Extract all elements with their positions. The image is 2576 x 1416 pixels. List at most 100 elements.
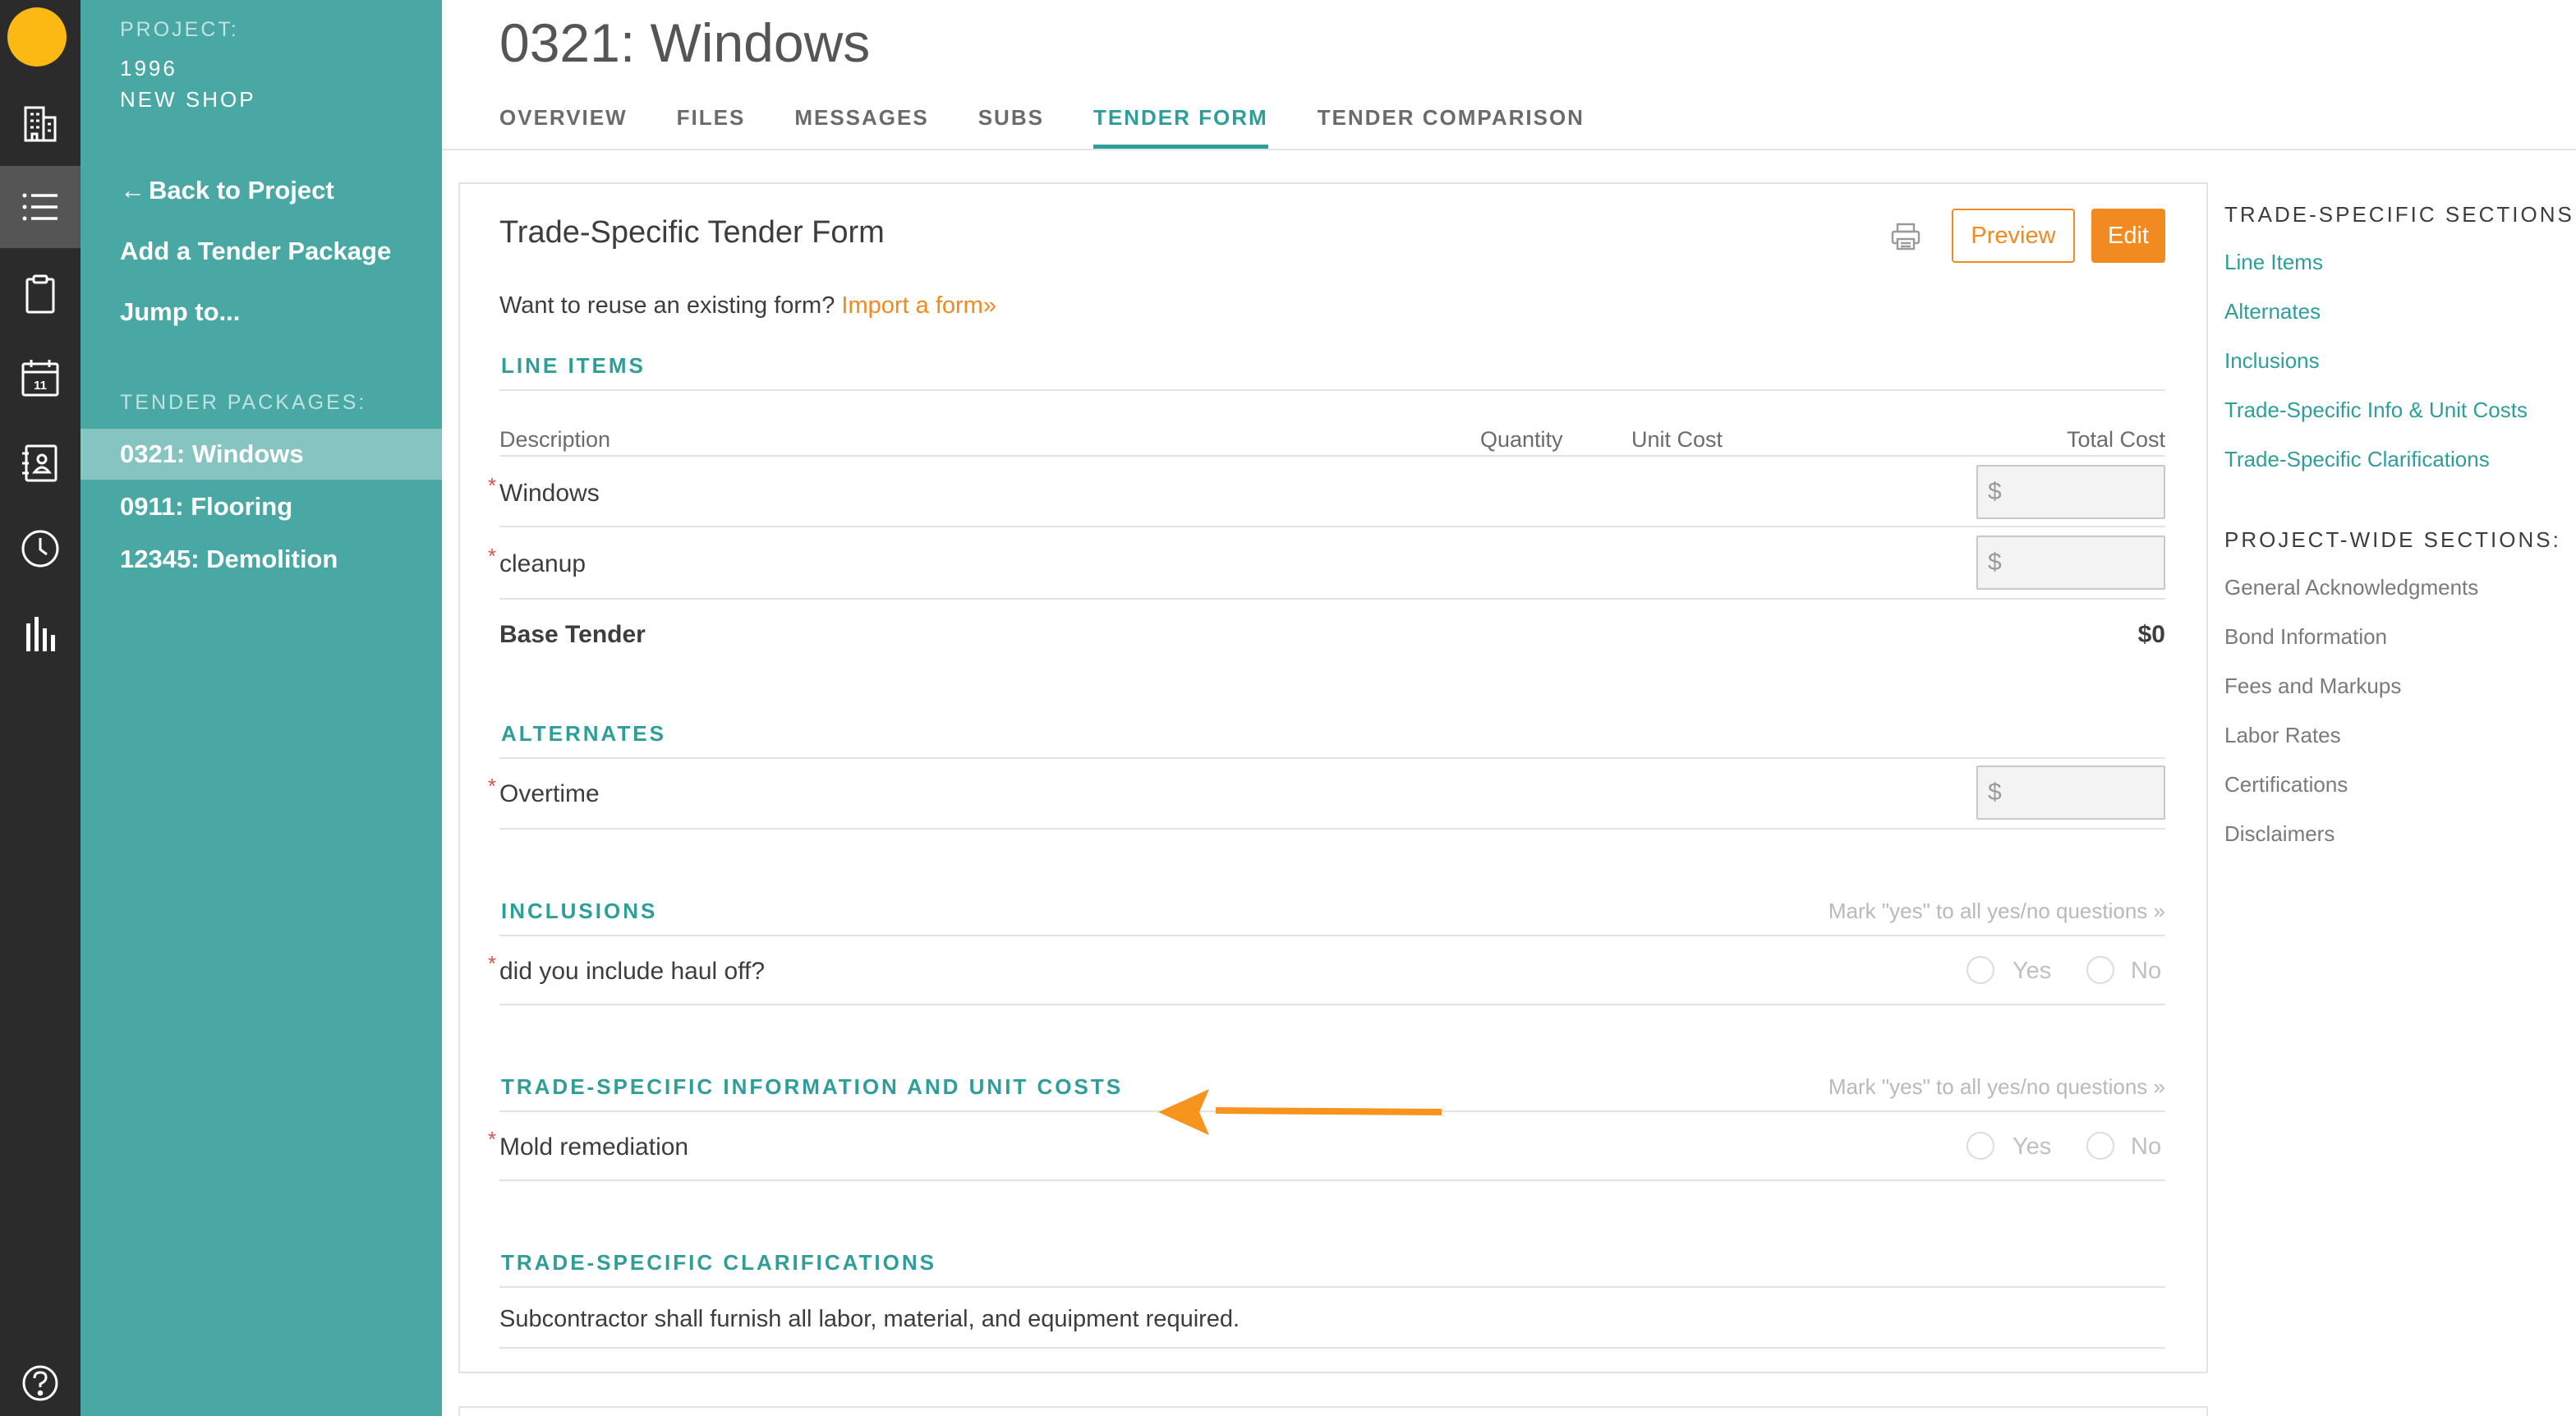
clarifications-heading: TRADE-SPECIFIC CLARIFICATIONS (501, 1250, 936, 1275)
no-label: No (2131, 1133, 2162, 1160)
windows-cost-input[interactable]: $ (1976, 465, 2165, 519)
package-item-windows[interactable]: 0321: Windows (80, 429, 442, 480)
cleanup-cost-input[interactable]: $ (1976, 536, 2165, 590)
clipboard-icon[interactable] (0, 253, 80, 335)
nav-trade-clarifications[interactable]: Trade-Specific Clarifications (2224, 447, 2490, 472)
trade-info-mark-all-yes-link[interactable]: Mark "yes" to all yes/no questions » (1672, 1074, 2165, 1100)
package-item-flooring[interactable]: 0911: Flooring (80, 481, 442, 532)
help-icon[interactable] (0, 1342, 80, 1416)
import-form-link[interactable]: Import a form» (841, 292, 996, 319)
tab-overview[interactable]: OVERVIEW (499, 105, 628, 149)
windows-cost-field[interactable] (2011, 471, 2159, 513)
col-quantity: Quantity (1480, 427, 1563, 452)
divider (499, 389, 2165, 391)
nav-line-items[interactable]: Line Items (2224, 250, 2323, 275)
back-to-project-label: Back to Project (149, 176, 334, 205)
logo[interactable] (7, 7, 67, 67)
calendar-icon[interactable]: 11 (0, 337, 80, 419)
divider (499, 526, 2165, 527)
tender-form-card (458, 182, 2208, 1373)
project-sections-heading: PROJECT-WIDE SECTIONS: (2224, 527, 2561, 552)
tender-packages-label: TENDER PACKAGES: (120, 391, 367, 414)
inclusions-mark-all-yes-link[interactable]: Mark "yes" to all yes/no questions » (1672, 899, 2165, 924)
package-item-demolition[interactable]: 12345: Demolition (80, 534, 442, 585)
trade-sections-heading: TRADE-SPECIFIC SECTIONS (2224, 202, 2574, 227)
tab-files[interactable]: FILES (677, 105, 746, 149)
alternate-overtime: Overtime (499, 780, 600, 807)
line-item-cleanup: cleanup (499, 550, 586, 577)
currency-symbol: $ (1988, 549, 2002, 576)
jump-to-link[interactable]: Jump to... (120, 297, 240, 327)
back-to-project-link[interactable]: ← Back to Project (120, 176, 334, 205)
icon-rail: 11 (0, 0, 80, 1416)
required-marker: * (488, 774, 497, 798)
mold-no-radio[interactable] (2086, 1132, 2114, 1160)
divider (499, 1286, 2165, 1288)
tab-messages[interactable]: MESSAGES (794, 105, 928, 149)
tab-subs[interactable]: SUBS (978, 105, 1044, 149)
list-icon[interactable] (0, 166, 80, 248)
trade-info-mold-remediation: Mold remediation (499, 1133, 689, 1161)
divider (499, 935, 2165, 936)
nav-trade-info[interactable]: Trade-Specific Info & Unit Costs (2224, 398, 2528, 423)
divider (499, 1179, 2165, 1181)
preview-button[interactable]: Preview (1952, 209, 2075, 263)
nav-inclusions[interactable]: Inclusions (2224, 348, 2320, 374)
nav-labor-rates[interactable]: Labor Rates (2224, 723, 2341, 748)
address-book-icon[interactable] (0, 422, 80, 504)
haul-off-yes-radio[interactable] (1966, 956, 1994, 984)
calendar-day: 11 (34, 379, 47, 393)
base-tender-value: $0 (2137, 621, 2165, 648)
next-card (458, 1406, 2208, 1416)
mold-yes-radio[interactable] (1966, 1132, 1994, 1160)
line-item-windows: Windows (499, 480, 600, 507)
required-marker: * (488, 951, 497, 976)
required-marker: * (488, 1127, 497, 1152)
tab-tender-comparison[interactable]: TENDER COMPARISON (1318, 105, 1585, 149)
col-unit-cost: Unit Cost (1631, 427, 1723, 452)
inclusion-haul-off: did you include haul off? (499, 958, 766, 985)
col-total-cost: Total Cost (2066, 427, 2165, 452)
base-tender-label: Base Tender (499, 621, 646, 648)
overtime-cost-field[interactable] (2011, 772, 2159, 813)
yes-label: Yes (2012, 1133, 2052, 1160)
nav-alternates[interactable]: Alternates (2224, 299, 2321, 324)
overtime-cost-input[interactable]: $ (1976, 765, 2165, 820)
nav-disclaimers[interactable]: Disclaimers (2224, 821, 2334, 847)
divider (499, 757, 2165, 759)
project-label: PROJECT: (120, 18, 239, 41)
reuse-prompt: Want to reuse an existing form? Import a… (499, 292, 996, 320)
divider (499, 455, 2165, 457)
tab-bar: OVERVIEW FILES MESSAGES SUBS TENDER FORM… (499, 105, 1634, 149)
inclusions-heading: INCLUSIONS (501, 899, 658, 923)
required-marker: * (488, 544, 497, 568)
project-number: 1996 (120, 56, 177, 80)
nav-bond-information[interactable]: Bond Information (2224, 624, 2387, 650)
header-divider (442, 149, 2576, 150)
yes-label: Yes (2012, 958, 2052, 984)
trade-info-heading: TRADE-SPECIFIC INFORMATION AND UNIT COST… (501, 1074, 1124, 1099)
clock-icon[interactable] (0, 508, 80, 590)
line-items-heading: LINE ITEMS (501, 353, 646, 378)
print-icon[interactable] (1889, 222, 1922, 251)
col-description: Description (499, 427, 611, 452)
sidebar: PROJECT: 1996 NEW SHOP ← Back to Project … (80, 0, 442, 1416)
nav-fees-and-markups[interactable]: Fees and Markups (2224, 674, 2401, 699)
edit-button[interactable]: Edit (2091, 209, 2165, 263)
cleanup-cost-field[interactable] (2011, 542, 2159, 583)
building-icon[interactable] (0, 82, 80, 164)
nav-certifications[interactable]: Certifications (2224, 772, 2348, 798)
add-tender-package-link[interactable]: Add a Tender Package (120, 237, 391, 266)
arrow-left-icon: ← (120, 176, 145, 205)
reuse-text: Want to reuse an existing form? (499, 292, 835, 319)
nav-general-acknowledgments[interactable]: General Acknowledgments (2224, 575, 2478, 600)
haul-off-no-radio[interactable] (2086, 956, 2114, 984)
divider (499, 1347, 2165, 1349)
clarification-text: Subcontractor shall furnish all labor, m… (499, 1306, 1240, 1332)
bar-chart-icon[interactable] (0, 593, 80, 675)
tab-tender-form[interactable]: TENDER FORM (1092, 105, 1268, 149)
no-label: No (2131, 958, 2162, 984)
project-name: NEW SHOP (120, 87, 256, 112)
page-title: 0321: Windows (499, 12, 871, 73)
alternates-heading: ALTERNATES (501, 721, 666, 746)
